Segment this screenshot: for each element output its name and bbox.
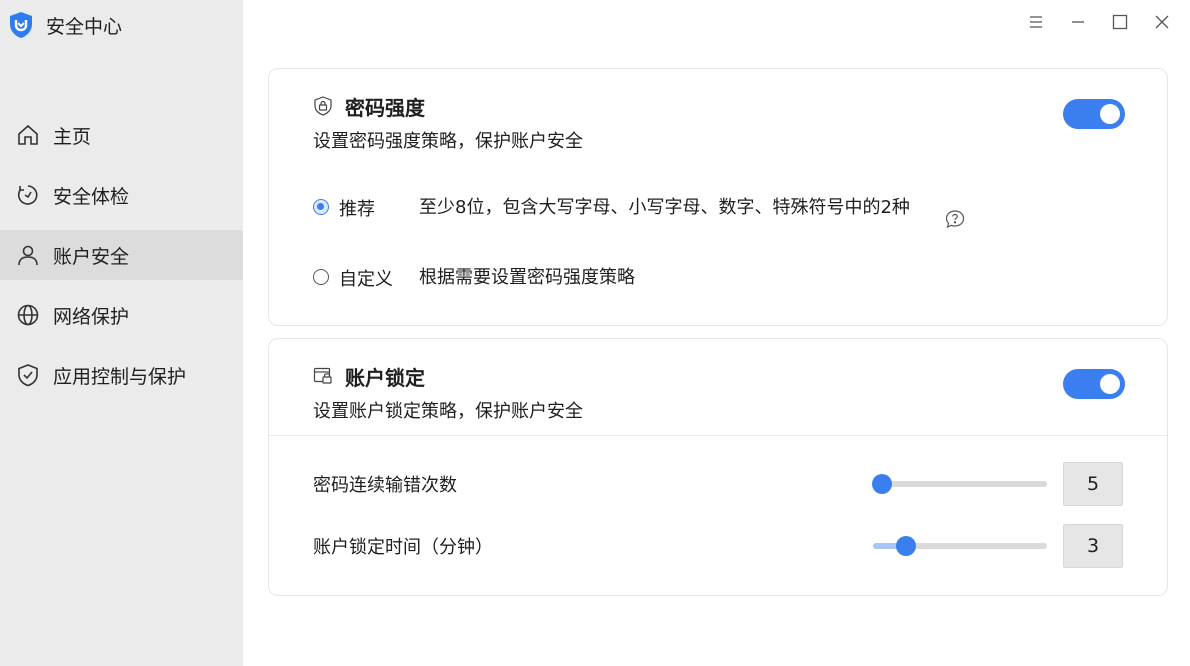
sidebar-item-label: 安全体检 — [53, 185, 130, 208]
card-title: 密码强度 — [345, 95, 425, 120]
sidebar-item-label: 账户安全 — [53, 245, 130, 268]
setting-row-lock-duration: 账户锁定时间（分钟） 3 — [313, 523, 1123, 569]
security-center-window: 安全中心 主页 安全体检 账户安全 网络保护 应用控制与保护 密码强度 设置密码… — [0, 0, 1190, 666]
max-attempts-slider[interactable] — [871, 474, 1047, 494]
password-strength-toggle[interactable] — [1063, 99, 1125, 129]
radio-description: 根据需要设置密码强度策略 — [419, 267, 635, 288]
slider-thumb[interactable] — [871, 474, 892, 494]
max-attempts-value[interactable]: 5 — [1063, 462, 1123, 506]
menu-icon[interactable] — [1022, 10, 1050, 34]
user-icon — [16, 243, 40, 267]
radio-button-recommended[interactable] — [313, 199, 329, 215]
sidebar-item-account-security[interactable]: 账户安全 — [0, 230, 243, 280]
lock-shield-icon — [313, 96, 333, 116]
setting-row-max-attempts: 密码连续输错次数 5 — [313, 461, 1123, 507]
sidebar-item-label: 网络保护 — [53, 305, 130, 328]
card-description: 设置密码强度策略，保护账户安全 — [313, 131, 583, 152]
account-lock-card: 账户锁定 设置账户锁定策略，保护账户安全 密码连续输错次数 5 账户锁定时间（分… — [268, 338, 1168, 596]
card-title: 账户锁定 — [345, 365, 425, 390]
sidebar-item-home[interactable]: 主页 — [0, 110, 243, 160]
account-lock-toggle[interactable] — [1063, 369, 1125, 399]
card-description: 设置账户锁定策略，保护账户安全 — [313, 401, 583, 422]
sidebar-item-label: 应用控制与保护 — [53, 365, 187, 388]
sidebar: 安全中心 主页 安全体检 账户安全 网络保护 应用控制与保护 — [0, 0, 243, 666]
sidebar-item-label: 主页 — [53, 125, 92, 148]
radio-label: 推荐 — [339, 199, 375, 220]
help-icon[interactable] — [945, 209, 965, 229]
lock-duration-value[interactable]: 3 — [1063, 524, 1123, 568]
close-icon[interactable] — [1148, 10, 1176, 34]
setting-label: 密码连续输错次数 — [313, 475, 457, 496]
shield-check-icon — [16, 363, 40, 387]
maximize-icon[interactable] — [1106, 10, 1134, 34]
slider-thumb[interactable] — [896, 536, 917, 556]
password-strength-card: 密码强度 设置密码强度策略，保护账户安全 推荐 至少8位，包含大写字母、小写字母… — [268, 68, 1168, 326]
radio-label: 自定义 — [339, 269, 393, 290]
password-strength-header: 密码强度 设置密码强度策略，保护账户安全 — [313, 93, 583, 153]
window-controls — [1022, 10, 1176, 34]
radio-button-custom[interactable] — [313, 269, 329, 285]
radio-option-custom[interactable]: 自定义 根据需要设置密码强度策略 — [313, 265, 919, 291]
sidebar-item-network-protection[interactable]: 网络保护 — [0, 290, 243, 340]
app-title-bar: 安全中心 — [8, 10, 122, 40]
sidebar-item-security-check[interactable]: 安全体检 — [0, 170, 243, 220]
sidebar-item-app-control[interactable]: 应用控制与保护 — [0, 350, 243, 400]
account-lock-header: 账户锁定 设置账户锁定策略，保护账户安全 — [313, 363, 583, 423]
divider — [269, 435, 1167, 436]
app-logo-shield-icon — [8, 11, 34, 39]
window-lock-icon — [313, 366, 333, 386]
globe-icon — [16, 303, 40, 327]
home-icon — [16, 123, 40, 147]
minimize-icon[interactable] — [1064, 10, 1092, 34]
refresh-check-icon — [16, 183, 40, 207]
app-name: 安全中心 — [46, 15, 123, 38]
main-content: 密码强度 设置密码强度策略，保护账户安全 推荐 至少8位，包含大写字母、小写字母… — [243, 0, 1190, 666]
sidebar-nav: 主页 安全体检 账户安全 网络保护 应用控制与保护 — [0, 110, 243, 410]
lock-duration-slider[interactable] — [873, 536, 1047, 556]
radio-option-recommended[interactable]: 推荐 至少8位，包含大写字母、小写字母、数字、特殊符号中的2种 — [313, 195, 919, 221]
radio-description: 至少8位，包含大写字母、小写字母、数字、特殊符号中的2种 — [419, 197, 910, 218]
setting-label: 账户锁定时间（分钟） — [313, 537, 493, 558]
